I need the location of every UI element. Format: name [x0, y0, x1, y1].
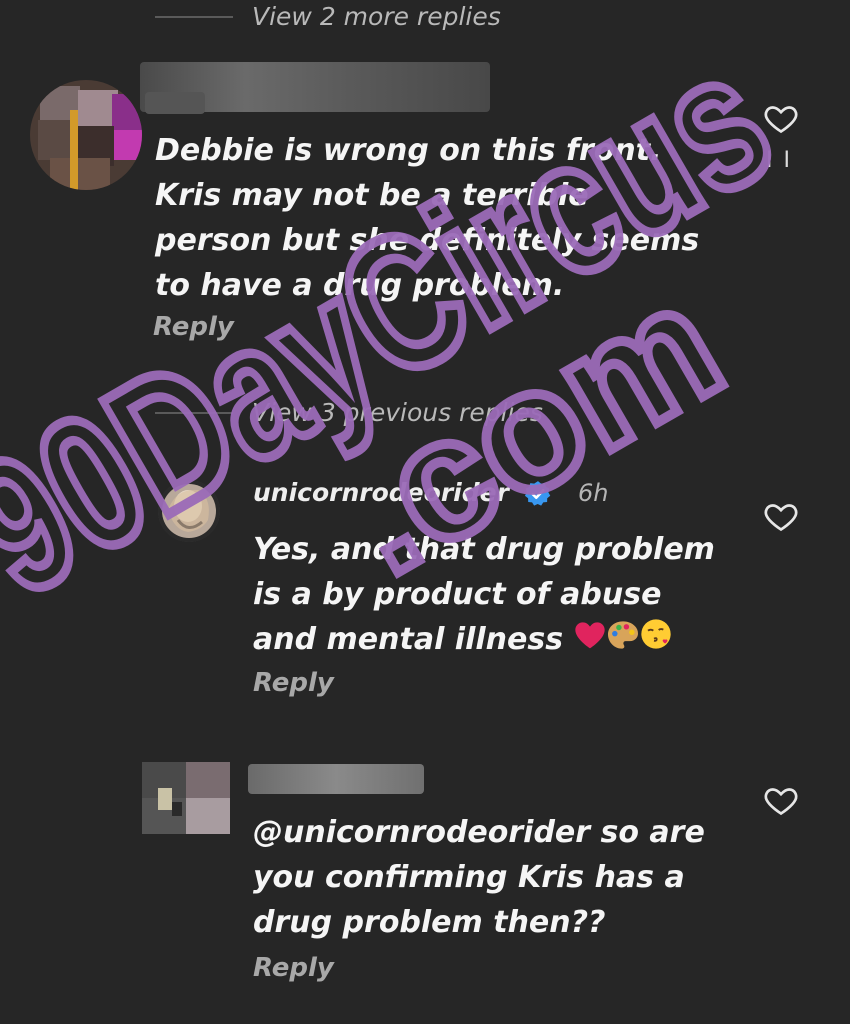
thread-divider-top [155, 16, 233, 18]
username[interactable]: unicornrodeorider [253, 478, 509, 507]
reply-button[interactable]: Reply [153, 312, 234, 342]
avatar-image [158, 480, 220, 542]
comment-text: Yes, and that drug problem is a by produ… [253, 527, 723, 663]
avatar-pixelated-image [142, 762, 230, 834]
heart-outline-icon[interactable] [762, 100, 800, 136]
like-count-mark: I I [766, 148, 792, 173]
artist-palette-emoji [606, 618, 640, 663]
avatar[interactable] [30, 80, 142, 190]
avatar[interactable] [158, 480, 220, 542]
thread-divider-middle [155, 412, 233, 414]
view-more-replies-link[interactable]: View 2 more replies [252, 2, 501, 31]
timestamp: 6h [578, 479, 609, 507]
view-previous-replies-link[interactable]: View 3 previous replies [252, 398, 543, 427]
blurred-username [248, 764, 424, 794]
avatar[interactable] [142, 762, 230, 834]
red-heart-emoji [574, 618, 606, 663]
face-blowing-kiss-emoji [640, 618, 672, 663]
comment-text: Debbie is wrong on this front. Kris may … [155, 133, 700, 303]
blurred-username-fragment [145, 92, 205, 114]
heart-outline-icon[interactable] [762, 498, 800, 534]
reply-button[interactable]: Reply [253, 668, 334, 698]
avatar-pixelated-image [30, 80, 142, 190]
verified-badge-icon [524, 481, 551, 506]
reply-button[interactable]: Reply [253, 953, 334, 983]
comment-text: @unicornrodeorider so are you confirming… [253, 815, 705, 940]
heart-outline-icon[interactable] [762, 782, 800, 818]
